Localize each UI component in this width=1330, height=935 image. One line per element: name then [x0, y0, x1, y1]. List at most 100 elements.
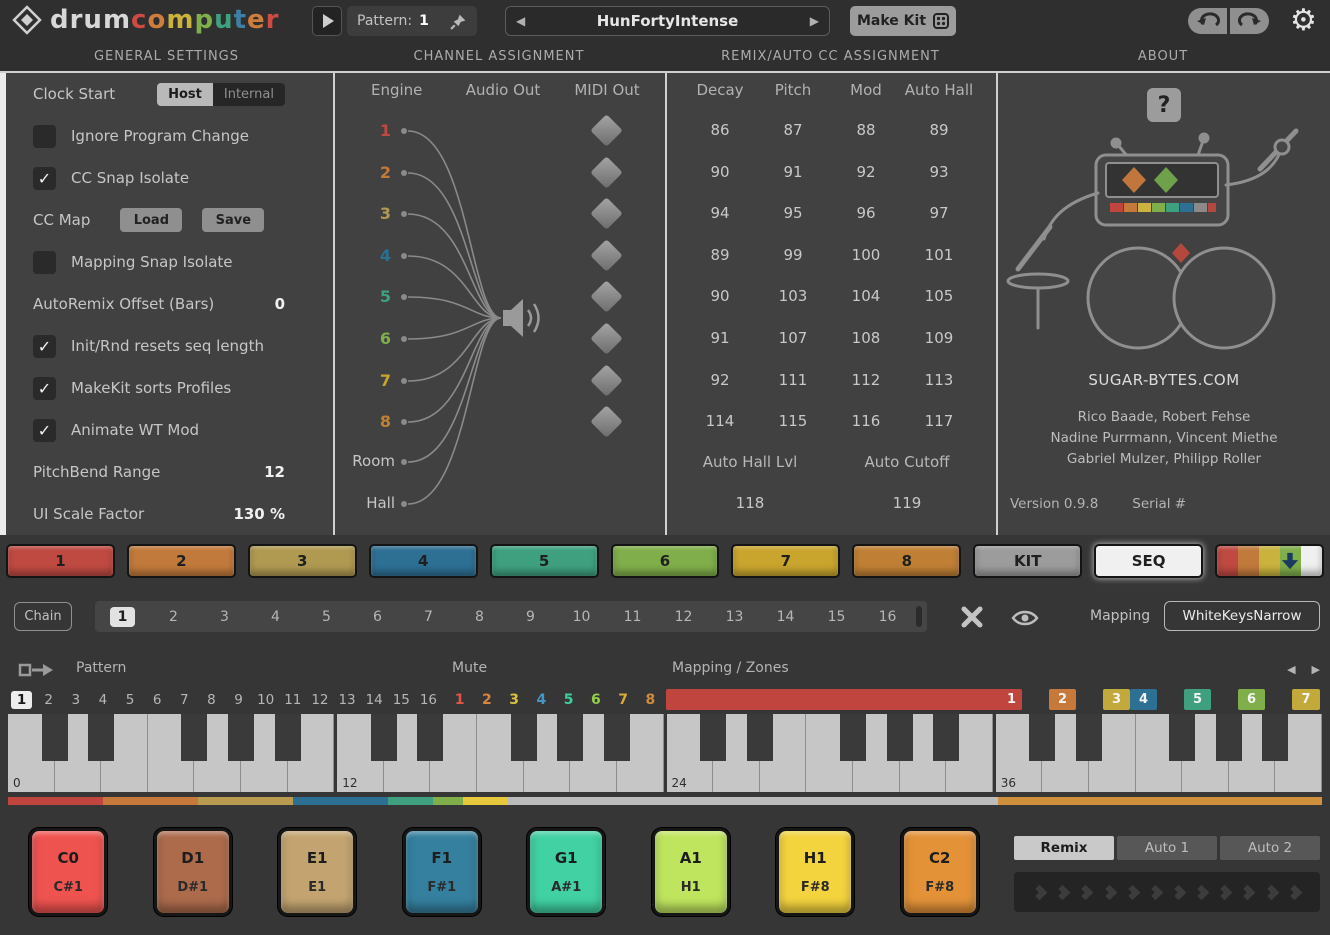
- black-key[interactable]: [1076, 714, 1102, 761]
- mute-channel-7[interactable]: 7: [610, 688, 637, 711]
- cc-decay-3[interactable]: 94: [684, 204, 756, 222]
- black-key[interactable]: [700, 714, 726, 761]
- zone-6[interactable]: 6: [1238, 689, 1265, 710]
- pitchbend-range-value[interactable]: 12: [264, 463, 285, 481]
- cc-mod-6[interactable]: 108: [830, 329, 902, 347]
- mute-channel-1[interactable]: 1: [446, 688, 473, 711]
- auto-1-button[interactable]: Auto 1: [1117, 836, 1217, 860]
- black-key[interactable]: [511, 714, 537, 761]
- cc-auto-hall-3[interactable]: 97: [903, 204, 975, 222]
- chain-step-5[interactable]: 5: [301, 609, 352, 625]
- zone-5[interactable]: 5: [1184, 689, 1211, 710]
- cc-mod-1[interactable]: 88: [830, 121, 902, 139]
- auto-2-button[interactable]: Auto 2: [1220, 836, 1320, 860]
- cc-pitch-1[interactable]: 87: [757, 121, 829, 139]
- black-key[interactable]: [840, 714, 866, 761]
- cc-mod-8[interactable]: 116: [830, 412, 902, 430]
- chain-step-14[interactable]: 14: [760, 609, 811, 625]
- chain-button[interactable]: Chain: [14, 602, 72, 631]
- chain-step-9[interactable]: 9: [505, 609, 556, 625]
- redo-button[interactable]: [1230, 8, 1269, 34]
- mute-channel-2[interactable]: 2: [473, 688, 500, 711]
- auto-cutoff-value[interactable]: 119: [842, 494, 972, 512]
- load-button[interactable]: Load: [120, 208, 182, 232]
- black-key[interactable]: [417, 714, 443, 761]
- pattern-step-1[interactable]: 1: [8, 688, 35, 711]
- black-key[interactable]: [604, 714, 630, 761]
- tab-about[interactable]: ABOUT: [996, 42, 1330, 71]
- cc-pitch-4[interactable]: 99: [757, 246, 829, 264]
- settings-gear-icon[interactable]: ⚙: [1290, 0, 1317, 42]
- black-key[interactable]: [887, 714, 913, 761]
- chain-step-3[interactable]: 3: [199, 609, 250, 625]
- remix-button[interactable]: Remix: [1014, 836, 1114, 860]
- mute-channel-5[interactable]: 5: [555, 688, 582, 711]
- pad-1[interactable]: C0C#1: [29, 828, 107, 916]
- black-key[interactable]: [42, 714, 68, 761]
- cc-decay-4[interactable]: 89: [684, 246, 756, 264]
- pattern-step-3[interactable]: 3: [62, 688, 89, 711]
- zones-prev-button[interactable]: ◀: [1287, 663, 1295, 676]
- help-button[interactable]: ?: [1147, 88, 1181, 122]
- channel-button-1[interactable]: 1: [6, 544, 115, 578]
- channel-button-2[interactable]: 2: [127, 544, 236, 578]
- cc-mod-7[interactable]: 112: [830, 371, 902, 389]
- pattern-step-5[interactable]: 5: [117, 688, 144, 711]
- cc-mod-2[interactable]: 92: [830, 163, 902, 181]
- cc-pitch-6[interactable]: 107: [757, 329, 829, 347]
- pattern-step-13[interactable]: 13: [334, 688, 361, 711]
- cc-decay-8[interactable]: 114: [684, 412, 756, 430]
- clock-start-internal-option[interactable]: Internal: [213, 83, 285, 106]
- engine-2[interactable]: 2: [373, 163, 391, 182]
- pad-4[interactable]: F1F#1: [403, 828, 481, 916]
- mute-channel-6[interactable]: 6: [582, 688, 609, 711]
- mute-channel-8[interactable]: 8: [637, 688, 664, 711]
- black-key[interactable]: [1216, 714, 1242, 761]
- tab-channel-assignment[interactable]: CHANNEL ASSIGNMENT: [333, 42, 665, 71]
- pattern-step-8[interactable]: 8: [198, 688, 225, 711]
- black-key[interactable]: [88, 714, 114, 761]
- pattern-follow-arrow-icon[interactable]: [18, 661, 54, 679]
- cc-auto-hall-4[interactable]: 101: [903, 246, 975, 264]
- cc-auto-hall-5[interactable]: 105: [903, 287, 975, 305]
- pattern-step-15[interactable]: 15: [388, 688, 415, 711]
- engine-1[interactable]: 1: [373, 121, 391, 140]
- zone-7[interactable]: 7: [1292, 689, 1320, 710]
- black-key[interactable]: [228, 714, 254, 761]
- pattern-step-10[interactable]: 10: [252, 688, 279, 711]
- channel-button-7[interactable]: 7: [731, 544, 840, 578]
- cc-decay-5[interactable]: 90: [684, 287, 756, 305]
- send-room[interactable]: Room: [341, 452, 395, 470]
- cc-mod-3[interactable]: 96: [830, 204, 902, 222]
- pad-7[interactable]: H1F#8: [776, 828, 854, 916]
- chain-step-10[interactable]: 10: [556, 609, 607, 625]
- checkbox-makekit-sorts-profiles[interactable]: ✓: [33, 377, 56, 400]
- pattern-step-2[interactable]: 2: [35, 688, 62, 711]
- chain-step-12[interactable]: 12: [658, 609, 709, 625]
- website-link[interactable]: SUGAR-BYTES.COM: [998, 371, 1330, 389]
- cc-mod-4[interactable]: 100: [830, 246, 902, 264]
- mute-channel-3[interactable]: 3: [501, 688, 528, 711]
- cc-pitch-7[interactable]: 111: [757, 371, 829, 389]
- chain-step-13[interactable]: 13: [709, 609, 760, 625]
- tab-general-settings[interactable]: GENERAL SETTINGS: [0, 42, 333, 71]
- pad-3[interactable]: E1E1: [278, 828, 356, 916]
- chain-step-15[interactable]: 15: [811, 609, 862, 625]
- zones-next-button[interactable]: ▶: [1312, 663, 1320, 676]
- engine-6[interactable]: 6: [373, 329, 391, 348]
- pattern-step-12[interactable]: 12: [306, 688, 333, 711]
- cc-pitch-8[interactable]: 115: [757, 412, 829, 430]
- cc-auto-hall-8[interactable]: 117: [903, 412, 975, 430]
- black-key[interactable]: [747, 714, 773, 761]
- zone-3[interactable]: 3: [1103, 689, 1130, 710]
- cc-decay-7[interactable]: 92: [684, 371, 756, 389]
- pattern-step-9[interactable]: 9: [225, 688, 252, 711]
- tab-remix-auto-cc-assignment[interactable]: REMIX/AUTO CC ASSIGNMENT: [665, 42, 996, 71]
- channel-button-5[interactable]: 5: [490, 544, 599, 578]
- zone-4[interactable]: 4: [1130, 689, 1157, 710]
- ui-scale-factor-value[interactable]: 130 %: [233, 505, 285, 523]
- chain-step-4[interactable]: 4: [250, 609, 301, 625]
- seq-button[interactable]: SEQ: [1094, 544, 1203, 578]
- clock-start-host-option[interactable]: Host: [157, 83, 213, 106]
- preset-prev-button[interactable]: ◀: [516, 14, 525, 28]
